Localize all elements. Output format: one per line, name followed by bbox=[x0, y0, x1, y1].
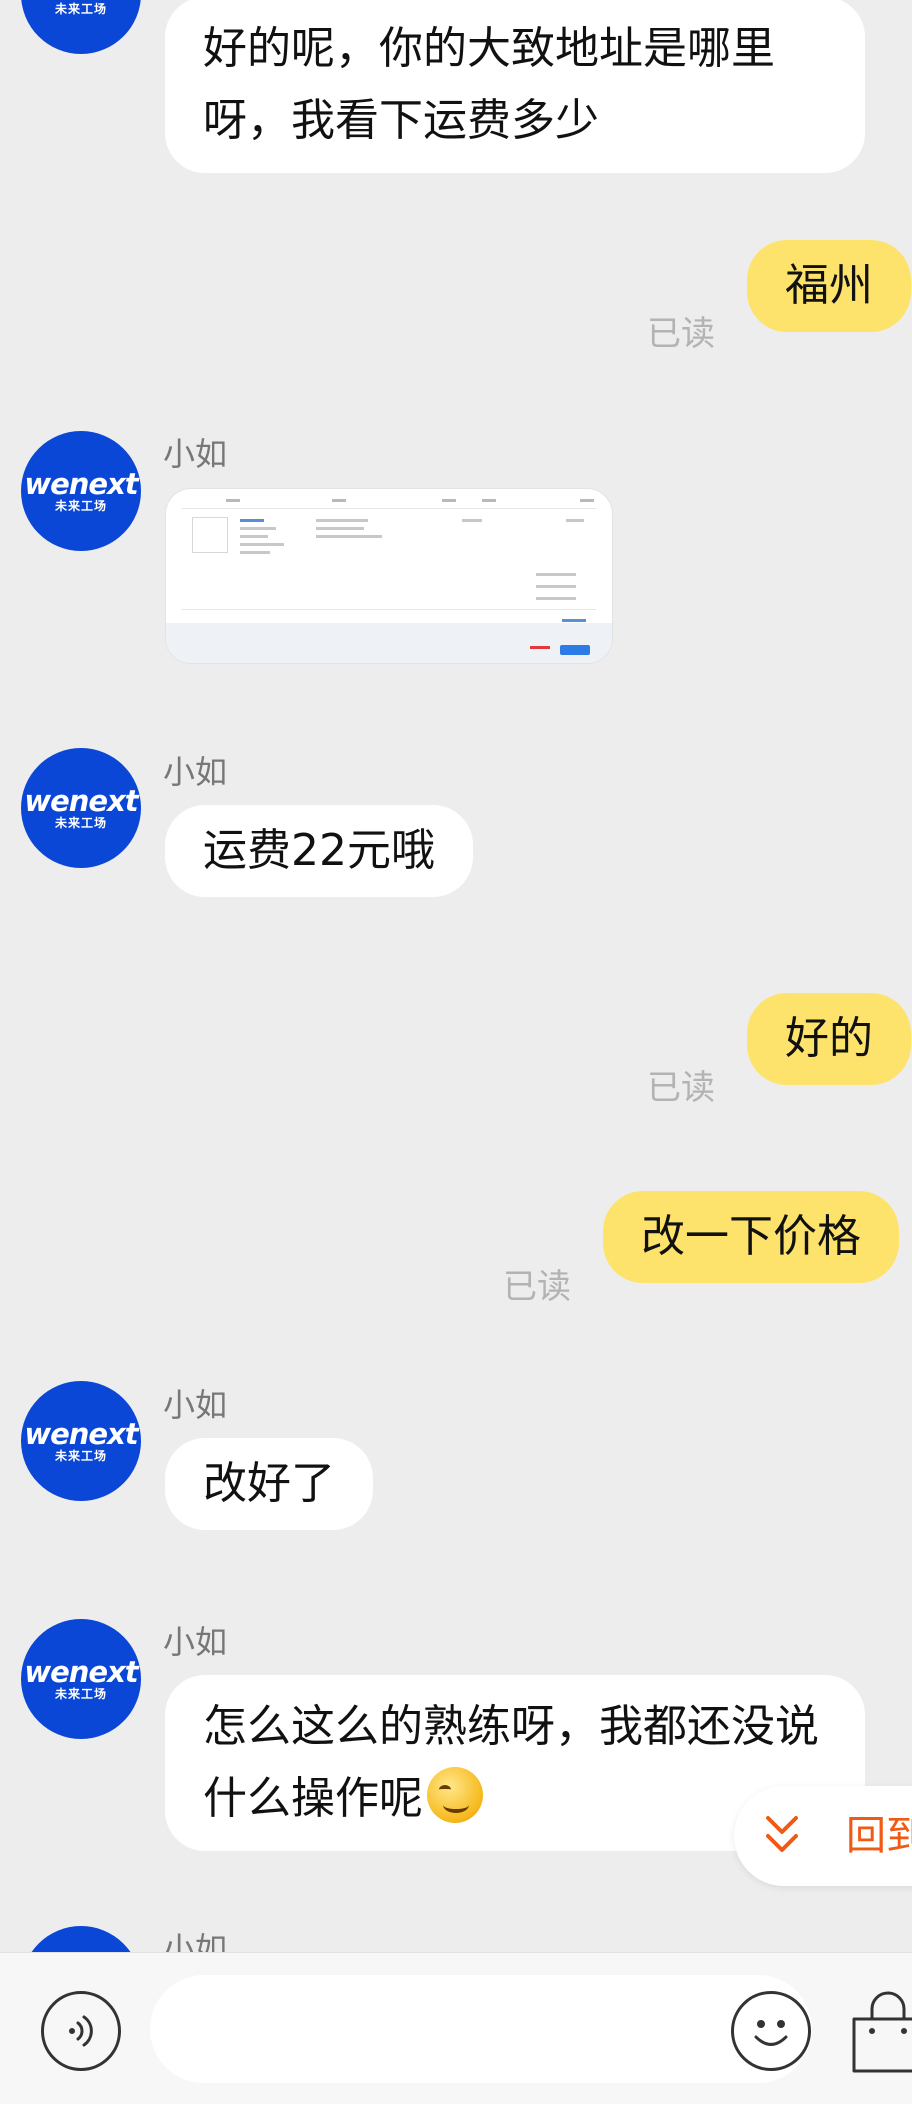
image-total bbox=[530, 646, 550, 649]
input-bar bbox=[0, 1952, 912, 2104]
image-thumbnail bbox=[192, 517, 228, 553]
avatar-subtitle: 未来工场 bbox=[54, 499, 107, 513]
jump-to-latest-button[interactable]: 回到 bbox=[734, 1786, 912, 1886]
avatar[interactable]: wenext 未来工场 bbox=[21, 1381, 141, 1501]
double-chevron-down-icon bbox=[766, 1816, 798, 1852]
avatar-subtitle: 未来工场 bbox=[54, 1449, 107, 1463]
image-line bbox=[562, 619, 586, 622]
image-line bbox=[240, 527, 276, 530]
sender-name: 小如 bbox=[163, 1930, 228, 1952]
image-line bbox=[316, 527, 364, 530]
image-line bbox=[536, 585, 576, 588]
image-line bbox=[316, 535, 382, 538]
jump-button-label: 回到 bbox=[846, 1813, 912, 1859]
avatar-brand: wenext bbox=[24, 1655, 138, 1689]
avatar[interactable]: wenext 未来工场 bbox=[21, 431, 141, 551]
voice-button[interactable] bbox=[41, 1991, 121, 2071]
image-line bbox=[240, 543, 284, 546]
avatar[interactable]: wenext 未来工场 bbox=[21, 0, 141, 54]
avatar-brand: wenext bbox=[24, 1417, 138, 1451]
sender-name: 小如 bbox=[163, 1386, 228, 1424]
message-bubble[interactable]: 改一下价格 bbox=[603, 1191, 899, 1283]
avatar[interactable]: wenext 未来工场 bbox=[21, 1926, 141, 1952]
message-text: 怎么这么的熟练呀，我都还没说什么操作呢 bbox=[203, 1701, 819, 1824]
avatar-brand: wenext bbox=[24, 467, 138, 501]
chat-area[interactable]: wenext 未来工场 好的呢，你的大致地址是哪里呀，我看下运费多少 已读 福州… bbox=[0, 0, 912, 1952]
image-line bbox=[240, 551, 270, 554]
read-status: 已读 bbox=[647, 314, 715, 354]
avatar-subtitle: 未来工场 bbox=[54, 1687, 107, 1701]
smirk-emoji-icon bbox=[427, 1767, 483, 1823]
sender-name: 小如 bbox=[163, 753, 228, 791]
avatar-subtitle: 未来工场 bbox=[54, 816, 107, 830]
emoji-icon bbox=[754, 2020, 788, 2046]
voice-icon bbox=[69, 2015, 93, 2047]
image-submit-button bbox=[560, 645, 590, 655]
avatar[interactable]: wenext 未来工场 bbox=[21, 748, 141, 868]
image-line bbox=[566, 519, 584, 522]
image-line bbox=[316, 519, 368, 522]
message-bubble[interactable]: 运费22元哦 bbox=[165, 805, 473, 897]
image-line bbox=[240, 519, 264, 522]
sender-name: 小如 bbox=[163, 435, 228, 473]
image-line bbox=[240, 535, 268, 538]
order-screenshot-image[interactable] bbox=[165, 488, 613, 664]
message-bubble[interactable]: 改好了 bbox=[165, 1438, 373, 1530]
avatar-brand: wenext bbox=[24, 784, 138, 818]
message-bubble[interactable]: 好的呢，你的大致地址是哪里呀，我看下运费多少 bbox=[165, 0, 865, 173]
message-input[interactable] bbox=[150, 1975, 812, 2083]
avatar[interactable]: wenext 未来工场 bbox=[21, 1619, 141, 1739]
avatar-subtitle: 未来工场 bbox=[54, 2, 107, 16]
message-bubble[interactable]: 福州 bbox=[747, 240, 911, 332]
image-divider bbox=[182, 609, 596, 610]
read-status: 已读 bbox=[503, 1267, 571, 1307]
image-footer bbox=[166, 623, 612, 663]
image-line bbox=[462, 519, 482, 522]
image-line bbox=[536, 597, 576, 600]
sender-name: 小如 bbox=[163, 1623, 228, 1661]
message-bubble[interactable]: 好的 bbox=[747, 993, 911, 1085]
read-status: 已读 bbox=[647, 1068, 715, 1108]
image-line bbox=[536, 573, 576, 576]
shopping-bag-icon[interactable] bbox=[848, 1987, 912, 2077]
emoji-button[interactable] bbox=[731, 1991, 811, 2071]
image-table-header bbox=[182, 497, 596, 509]
